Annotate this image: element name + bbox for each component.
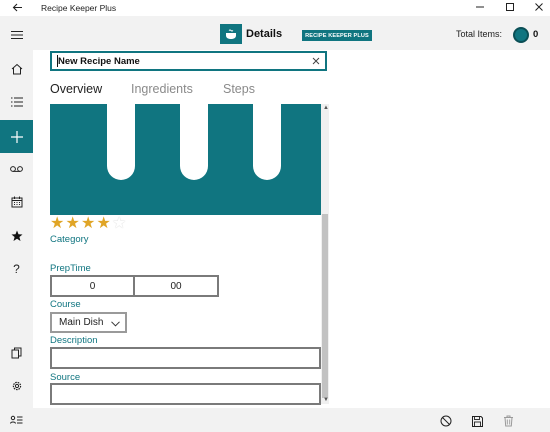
cooking-pot-icon: [220, 24, 242, 44]
source-field[interactable]: [50, 383, 321, 405]
recipe-name-field[interactable]: [50, 51, 327, 71]
contact-list-icon[interactable]: [0, 404, 33, 432]
minimize-icon[interactable]: [465, 0, 495, 14]
preptime-label: PrepTime: [50, 263, 91, 274]
page-title: Details: [246, 28, 283, 40]
add-icon[interactable]: [0, 120, 33, 153]
vertical-scrollbar[interactable]: ▲ ▼: [321, 104, 329, 404]
list-icon[interactable]: [0, 86, 33, 118]
delete-icon[interactable]: [501, 414, 515, 428]
rating-star-3[interactable]: ★: [81, 216, 97, 232]
help-icon[interactable]: ?: [0, 253, 33, 285]
close-icon[interactable]: [524, 0, 550, 14]
recipe-name-input[interactable]: [52, 53, 302, 69]
save-icon[interactable]: [470, 414, 484, 428]
text-caret: [57, 55, 58, 67]
total-items-count: 0: [533, 29, 539, 40]
clear-text-icon[interactable]: [310, 55, 322, 67]
tab-overview[interactable]: Overview: [50, 82, 102, 96]
total-items-indicator: [513, 27, 529, 43]
window-title: Recipe Keeper Plus: [41, 3, 117, 13]
command-bar: [33, 408, 550, 432]
header-bar: Details RECIPE KEEPER PLUS Total Items: …: [33, 16, 550, 50]
scroll-down-icon[interactable]: ▼: [323, 397, 329, 403]
settings-icon[interactable]: [0, 370, 33, 402]
scrollbar-thumb[interactable]: [322, 214, 328, 398]
copy-icon[interactable]: [0, 337, 33, 369]
recipe-photo-placeholder[interactable]: [50, 104, 321, 215]
utensils-image: [107, 104, 281, 180]
voicemail-icon[interactable]: [0, 153, 33, 185]
nav-rail: ?: [0, 16, 33, 432]
star-icon[interactable]: [0, 220, 33, 252]
maximize-icon[interactable]: [495, 0, 525, 14]
description-field[interactable]: [50, 347, 321, 369]
course-selected-value: Main Dish: [59, 317, 104, 328]
preptime-hours-field[interactable]: 0: [50, 275, 135, 297]
hamburger-menu-icon[interactable]: [0, 19, 33, 51]
description-label: Description: [50, 335, 98, 346]
category-link[interactable]: Category: [50, 234, 89, 245]
home-icon[interactable]: [0, 53, 33, 85]
tab-ingredients[interactable]: Ingredients: [131, 82, 193, 96]
source-label: Source: [50, 372, 81, 383]
rating-stars[interactable]: ★ ★ ★ ★ ★: [50, 215, 128, 233]
rating-star-2[interactable]: ★: [66, 216, 82, 232]
preptime-minutes-field[interactable]: 00: [133, 275, 219, 297]
total-items-label: Total Items:: [456, 29, 503, 39]
tab-steps[interactable]: Steps: [223, 82, 255, 96]
brand-badge: RECIPE KEEPER PLUS: [302, 30, 372, 41]
back-arrow-icon[interactable]: [10, 1, 24, 13]
course-dropdown[interactable]: Main Dish: [50, 312, 127, 333]
scroll-up-icon[interactable]: ▲: [323, 105, 329, 111]
rating-star-1[interactable]: ★: [50, 216, 66, 232]
app-window: Recipe Keeper Plus ? Details RECIPE KEEP…: [0, 0, 550, 432]
course-label: Course: [50, 299, 81, 310]
chevron-down-icon: [111, 319, 120, 330]
overview-panel: ★ ★ ★ ★ ★ Category PrepTime 0 00 Course …: [50, 104, 329, 405]
cancel-icon[interactable]: [439, 414, 453, 428]
title-bar: Recipe Keeper Plus: [0, 0, 550, 16]
calendar-icon[interactable]: [0, 186, 33, 218]
rating-star-4[interactable]: ★: [97, 216, 113, 232]
rating-star-5[interactable]: ★: [112, 216, 128, 232]
